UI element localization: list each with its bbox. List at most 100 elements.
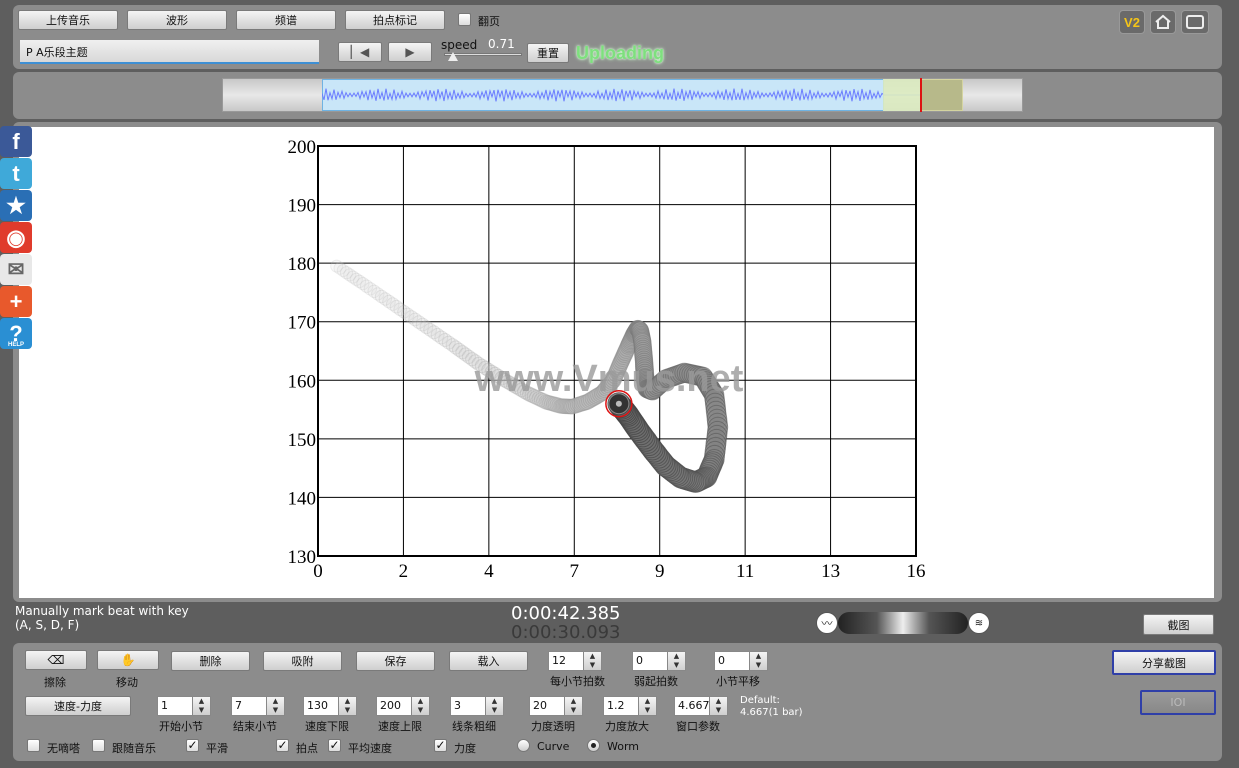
arrow-down-icon[interactable]: ▼ [486,706,503,715]
arrow-up-icon[interactable]: ▲ [668,652,685,661]
spinner-value[interactable]: 12 [548,651,584,671]
v2-icon[interactable]: V2 [1119,10,1145,34]
playhead-marker[interactable] [920,78,922,112]
weibo-icon[interactable]: ◉ [0,222,32,253]
spinner-value[interactable]: 4.667 [674,696,710,716]
arrow-up-icon[interactable]: ▲ [267,697,284,706]
arrow-down-icon[interactable]: ▼ [267,706,284,715]
spinner-value[interactable]: 0 [632,651,668,671]
arrow-down-icon[interactable]: ▼ [339,706,356,715]
spinner-arrows[interactable]: ▲ ▼ [193,696,211,716]
spinner-arrows[interactable]: ▲ ▼ [412,696,430,716]
option-checkbox-2[interactable]: ✓ [186,739,199,752]
option-checkbox-0[interactable] [27,739,40,752]
save-button[interactable]: 保存 [356,651,435,671]
arrow-up-icon[interactable]: ▲ [412,697,429,706]
upload-music-button[interactable]: 上传音乐 [18,10,118,30]
option-checkbox-3[interactable]: ✓ [276,739,289,752]
spinners_row2-spinner-0[interactable]: 1 ▲ ▼ [157,696,211,716]
volume-slider[interactable] [838,612,968,634]
spinners_row2-spinner-3[interactable]: 200 ▲ ▼ [376,696,430,716]
spinner-value[interactable]: 0 [714,651,750,671]
move-button[interactable]: ✋ [97,650,159,670]
spinner-value[interactable]: 20 [529,696,565,716]
tempo-dynamics-chart[interactable]: 0 2 4 7 9 11 13 16130140150160170180190200 www.… [19,127,1214,598]
spinner-value[interactable]: 200 [376,696,412,716]
spinner-arrows[interactable]: ▲ ▼ [710,696,728,716]
arrow-up-icon[interactable]: ▲ [639,697,656,706]
arrow-up-icon[interactable]: ▲ [339,697,356,706]
spinner-value[interactable]: 3 [450,696,486,716]
spectrum-button[interactable]: 频谱 [236,10,336,30]
waveform-button[interactable]: 波形 [127,10,227,30]
arrow-up-icon[interactable]: ▲ [584,652,601,661]
arrow-up-icon[interactable]: ▲ [193,697,210,706]
spinners_row2-spinner-6[interactable]: 1.2 ▲ ▼ [603,696,657,716]
spinner-arrows[interactable]: ▲ ▼ [668,651,686,671]
fullscreen-icon[interactable] [1181,10,1209,34]
load-button[interactable]: 载入 [449,651,528,671]
spinner-value[interactable]: 130 [303,696,339,716]
speed-slider-thumb[interactable] [448,52,458,61]
option-checkbox-5[interactable]: ✓ [434,739,447,752]
spinner-arrows[interactable]: ▲ ▼ [639,696,657,716]
title-input[interactable]: P A乐段主题 [20,40,319,64]
spinner-value[interactable]: 1 [157,696,193,716]
spinners_row1-spinner-2[interactable]: 0 ▲ ▼ [714,651,768,671]
spinner-arrows[interactable]: ▲ ▼ [267,696,285,716]
snap-button[interactable]: 吸附 [263,651,342,671]
arrow-up-icon[interactable]: ▲ [710,697,727,706]
worm-radio[interactable] [587,739,600,752]
option-checkbox-1[interactable] [92,739,105,752]
arrow-down-icon[interactable]: ▼ [750,661,767,670]
spinners_row2-spinner-4[interactable]: 3 ▲ ▼ [450,696,504,716]
spinner-arrows[interactable]: ▲ ▼ [584,651,602,671]
spinner-arrows[interactable]: ▲ ▼ [750,651,768,671]
spinners_row1-spinner-1[interactable]: 0 ▲ ▼ [632,651,686,671]
spinner-value[interactable]: 1.2 [603,696,639,716]
delete-button[interactable]: 删除 [171,651,250,671]
option-checkbox-4[interactable]: ✓ [328,739,341,752]
option-label-1: 跟随音乐 [112,742,156,755]
plus-share-icon[interactable]: + [0,286,32,317]
share-screenshot-button[interactable]: 分享截图 [1112,650,1216,675]
wave-toggle-left-icon[interactable]: 〰 [816,612,838,634]
arrow-down-icon[interactable]: ▼ [668,661,685,670]
page-turn-checkbox[interactable] [458,13,471,26]
arrow-down-icon[interactable]: ▼ [193,706,210,715]
spinners_row1-spinner-0[interactable]: 12 ▲ ▼ [548,651,602,671]
spinner-arrows[interactable]: ▲ ▼ [486,696,504,716]
wave-toggle-right-icon[interactable]: ≋ [968,612,990,634]
spinners_row2-spinner-1[interactable]: 7 ▲ ▼ [231,696,285,716]
spinner-arrows[interactable]: ▲ ▼ [565,696,583,716]
spinners_row2-spinner-5[interactable]: 20 ▲ ▼ [529,696,583,716]
arrow-down-icon[interactable]: ▼ [565,706,582,715]
help-icon[interactable]: ? HELP [0,318,32,349]
twitter-icon[interactable]: t [0,158,32,189]
spinner-value[interactable]: 7 [231,696,267,716]
reset-button[interactable]: 重置 [527,43,569,63]
spinners_row2-spinner-7[interactable]: 4.667 ▲ ▼ [674,696,728,716]
share-sidebar: f t ★ ◉ ✉ +? HELP [0,126,32,354]
curve-radio[interactable] [517,739,530,752]
erase-button[interactable]: ⌫ [25,650,87,670]
beat-mark-button[interactable]: 拍点标记 [345,10,445,30]
arrow-up-icon[interactable]: ▲ [565,697,582,706]
favorite-star-icon[interactable]: ★ [0,190,32,221]
back-to-start-button[interactable]: ▏◀ [338,42,382,62]
arrow-up-icon[interactable]: ▲ [750,652,767,661]
mode-button[interactable]: 速度-力度 [25,696,131,716]
screenshot-button[interactable]: 截图 [1143,614,1214,635]
arrow-down-icon[interactable]: ▼ [710,706,727,715]
arrow-down-icon[interactable]: ▼ [584,661,601,670]
home-icon[interactable] [1150,10,1176,34]
arrow-down-icon[interactable]: ▼ [639,706,656,715]
arrow-up-icon[interactable]: ▲ [486,697,503,706]
spinner-arrows[interactable]: ▲ ▼ [339,696,357,716]
email-icon[interactable]: ✉ [0,254,32,285]
ioi-button[interactable]: IOI [1140,690,1216,715]
arrow-down-icon[interactable]: ▼ [412,706,429,715]
facebook-icon[interactable]: f [0,126,32,157]
play-button[interactable]: ▶ [388,42,432,62]
spinners_row2-spinner-2[interactable]: 130 ▲ ▼ [303,696,357,716]
